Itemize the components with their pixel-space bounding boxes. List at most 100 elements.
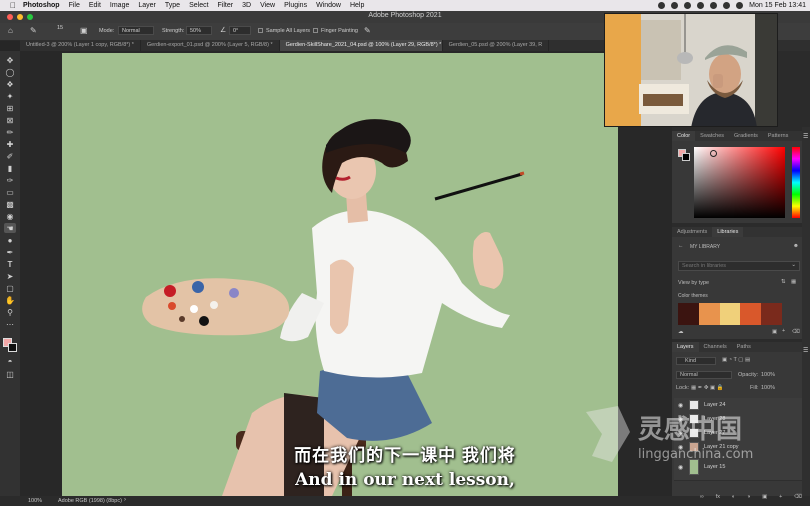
brush-size[interactable]: 15	[57, 25, 63, 31]
grid-view-icon[interactable]: ▦	[791, 279, 796, 285]
cloud-icon[interactable]: ☁	[678, 329, 684, 335]
status-icon[interactable]	[658, 2, 666, 9]
hand-tool-icon[interactable]: ✋	[4, 295, 16, 305]
status-icon[interactable]	[671, 2, 679, 9]
sort-icon[interactable]: ⇅	[781, 279, 786, 285]
background-color-swatch[interactable]	[8, 343, 17, 352]
menubar-clock[interactable]: Mon 15 Feb 13:41	[749, 2, 806, 9]
angle-input[interactable]: 0°	[229, 26, 251, 35]
menu-window[interactable]: Window	[316, 2, 341, 9]
tab-patterns[interactable]: Patterns	[763, 133, 793, 139]
mode-select[interactable]: Normal	[118, 26, 154, 35]
chevron-down-icon[interactable]: ⌄	[791, 262, 796, 268]
color-picker-cursor[interactable]	[710, 150, 717, 157]
layer-kind-filter[interactable]: Kind	[676, 357, 716, 365]
blur-tool-icon[interactable]: ◉	[4, 211, 16, 221]
brush-tool-icon[interactable]: ✐	[4, 151, 16, 161]
brush-settings-icon[interactable]: ▣	[80, 26, 88, 35]
tab-adjustments[interactable]: Adjustments	[672, 229, 712, 235]
tab-gradients[interactable]: Gradients	[729, 133, 763, 139]
theme-swatch[interactable]	[761, 303, 782, 325]
library-search-box[interactable]: Search in libraries ⌄	[678, 261, 800, 271]
sample-all-layers-checkbox[interactable]	[258, 28, 263, 33]
eraser-icon[interactable]: ▭	[4, 187, 16, 197]
lasso-tool-icon[interactable]: ❖	[4, 79, 16, 89]
tab-channels[interactable]: Channels	[699, 344, 732, 350]
filter-icons[interactable]: ▣ ◔ T ▢ ▤	[722, 357, 750, 363]
background-color-chip[interactable]	[682, 153, 690, 161]
tab-gerdien-skillshare[interactable]: Gerdien-SkillShare_2021_04.psd @ 100% (L…	[279, 40, 443, 51]
tab-untitled-3[interactable]: Untitled-3 @ 200% (Layer 1 copy, RGB/8*)…	[20, 40, 141, 51]
tab-color[interactable]: Color	[672, 131, 696, 141]
folder-icon[interactable]: ▣	[772, 329, 777, 335]
fx-icon[interactable]: fx	[716, 494, 720, 500]
tab-gerdien-export[interactable]: Gerdien-export_01.psd @ 200% (Layer 5, R…	[141, 40, 280, 51]
theme-swatch[interactable]	[698, 303, 720, 325]
screen-mode-icon[interactable]: ◫	[4, 369, 16, 379]
status-icon[interactable]	[684, 2, 692, 9]
opacity-input[interactable]: 100%	[761, 372, 775, 378]
wifi-icon[interactable]	[710, 2, 718, 9]
hue-slider[interactable]	[792, 147, 800, 218]
move-tool-icon[interactable]: ✥	[4, 55, 16, 65]
adjustment-icon[interactable]: ◑	[747, 494, 750, 500]
document-canvas[interactable]	[62, 53, 618, 496]
menu-plugins[interactable]: Plugins	[284, 2, 307, 9]
more-tools-icon[interactable]: ⋯	[4, 319, 16, 329]
history-brush-icon[interactable]: ✑	[4, 175, 16, 185]
group-icon[interactable]: ▣	[762, 494, 767, 500]
rectangle-tool-icon[interactable]: ▢	[4, 283, 16, 293]
crop-tool-icon[interactable]: ⊞	[4, 103, 16, 113]
view-by-type-dropdown[interactable]: View by type	[678, 280, 709, 286]
new-layer-icon[interactable]: +	[779, 494, 782, 500]
zoom-tool-icon[interactable]: ⚲	[4, 307, 16, 317]
color-field[interactable]	[694, 147, 785, 218]
control-center-icon[interactable]	[736, 2, 744, 9]
tab-layers[interactable]: Layers	[672, 342, 699, 352]
theme-swatch[interactable]	[719, 303, 741, 325]
zoom-level[interactable]: 100%	[28, 498, 42, 504]
link-icon[interactable]: ∞	[700, 494, 704, 500]
type-tool-icon[interactable]: T	[4, 259, 16, 269]
status-icon[interactable]	[697, 2, 705, 9]
status-chevron-icon[interactable]: ›	[124, 497, 126, 503]
theme-swatch[interactable]	[678, 303, 699, 325]
blend-mode-select[interactable]: Normal	[676, 371, 732, 379]
tab-libraries[interactable]: Libraries	[712, 227, 744, 237]
pressure-icon[interactable]: ✎	[364, 26, 371, 35]
finger-painting-checkbox[interactable]	[313, 28, 318, 33]
smudge-tool-icon[interactable]: ✎	[30, 26, 37, 35]
delete-layer-icon[interactable]: ⌫	[794, 494, 802, 500]
clone-stamp-icon[interactable]: ▮	[4, 163, 16, 173]
menu-image[interactable]: Image	[110, 2, 129, 9]
back-arrow-icon[interactable]: ←	[678, 243, 684, 249]
smudge-tool-icon[interactable]: ☚	[4, 223, 16, 233]
mask-icon[interactable]: ◐	[732, 494, 735, 500]
path-selection-icon[interactable]: ➤	[4, 271, 16, 281]
menu-help[interactable]: Help	[350, 2, 364, 9]
battery-icon[interactable]	[723, 2, 731, 9]
fill-input[interactable]: 100%	[761, 385, 775, 391]
healing-brush-icon[interactable]: ✚	[4, 139, 16, 149]
magic-wand-icon[interactable]: ✦	[4, 91, 16, 101]
menu-file[interactable]: File	[69, 2, 80, 9]
menu-layer[interactable]: Layer	[138, 2, 156, 9]
color-profile[interactable]: Adobe RGB (1998) (8bpc)	[58, 498, 122, 504]
tab-swatches[interactable]: Swatches	[695, 133, 729, 139]
menu-view[interactable]: View	[260, 2, 275, 9]
menu-edit[interactable]: Edit	[89, 2, 101, 9]
panel-menu-icon[interactable]: ☰	[803, 133, 808, 140]
add-icon[interactable]: +	[782, 328, 785, 334]
apple-icon[interactable]: 	[9, 1, 17, 10]
menu-filter[interactable]: Filter	[218, 2, 234, 9]
tab-gerdien-05[interactable]: Gerdien_05.psd @ 200% (Layer 39, R	[443, 40, 550, 51]
my-library-label[interactable]: MY LIBRARY	[690, 244, 720, 250]
dodge-tool-icon[interactable]: ●	[4, 235, 16, 245]
strength-input[interactable]: 50%	[186, 26, 212, 35]
pen-tool-icon[interactable]: ✒	[4, 247, 16, 257]
menu-photoshop[interactable]: Photoshop	[23, 2, 60, 9]
home-icon[interactable]: ⌂	[8, 26, 13, 35]
menu-select[interactable]: Select	[189, 2, 208, 9]
lock-icons[interactable]: ▦ ✒ ✥ ▣ 🔒	[691, 385, 724, 391]
trash-icon[interactable]: ⌫	[792, 329, 800, 335]
